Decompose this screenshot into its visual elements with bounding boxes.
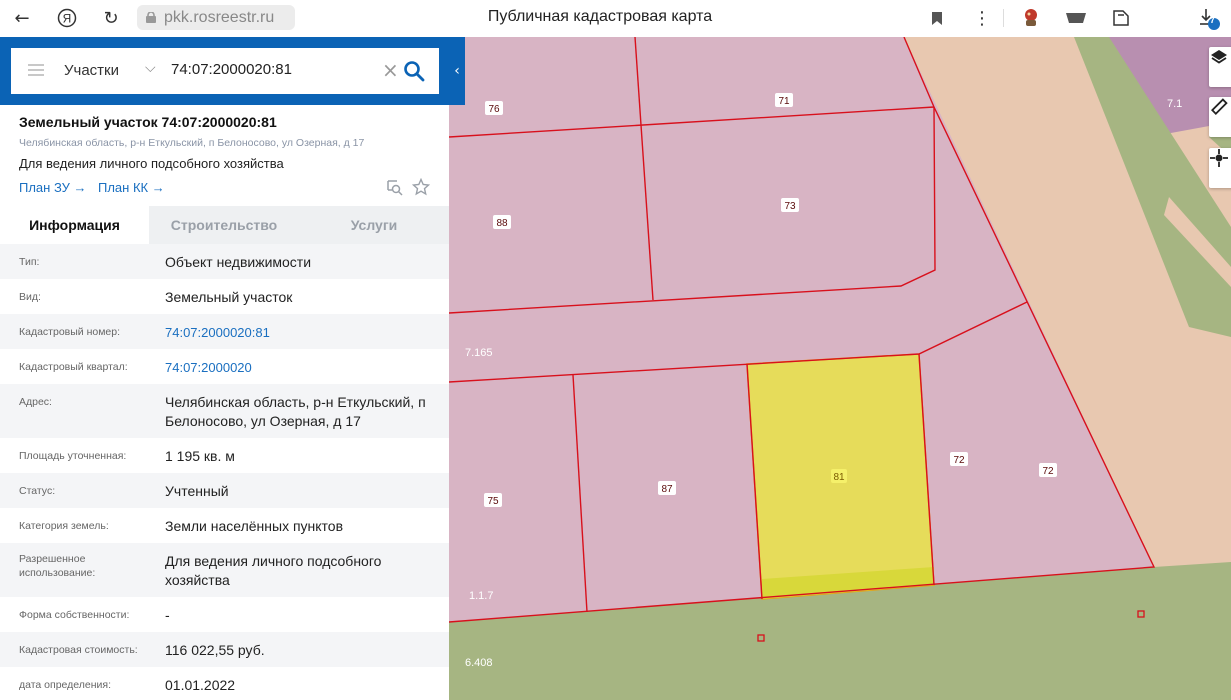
- info-row-cadastral-number: Кадастровый номер: 74:07:2000020:81: [0, 314, 449, 349]
- info-row-permitted-use: Разрешенное использование: Для ведения л…: [0, 543, 449, 597]
- cadastral-quarter-link[interactable]: 74:07:2000020: [165, 358, 440, 377]
- info-value: 01.01.2022: [165, 677, 236, 693]
- info-value: Учтенный: [165, 483, 229, 499]
- info-key: Адрес:: [19, 396, 52, 408]
- object-address: Челябинская область, р-н Еткульский, п Б…: [19, 137, 365, 149]
- toolbar-divider: [1003, 9, 1004, 27]
- info-value: Объект недвижимости: [165, 254, 312, 270]
- zone-label-117: 1.1.7: [469, 590, 493, 602]
- info-row-ownership: Форма собственности: -: [0, 597, 449, 632]
- locate-button[interactable]: [1209, 148, 1231, 188]
- plan-zu-link[interactable]: План ЗУ →: [19, 180, 87, 195]
- zone-label-7165: 7.165: [465, 347, 493, 359]
- zone-label-71: 7.1: [1167, 98, 1182, 110]
- back-arrow-icon[interactable]: ←: [10, 5, 34, 31]
- info-panel: Участки ⌵ × Земельный участок 74:07:2000…: [0, 37, 449, 700]
- info-key: Статус:: [19, 485, 56, 497]
- collapse-panel-button[interactable]: ‹: [449, 37, 465, 105]
- info-key: Разрешенное использование:: [19, 553, 96, 579]
- info-row-kind: Вид: Земельный участок: [0, 279, 449, 314]
- ruler-icon: [1211, 98, 1228, 115]
- tab-construction[interactable]: Строительство: [149, 206, 299, 244]
- info-key: Вид:: [19, 291, 41, 303]
- search-box[interactable]: Участки ⌵ ×: [11, 48, 439, 94]
- info-row-status: Статус: Учтенный: [0, 473, 449, 508]
- chevron-down-icon[interactable]: ⌵: [145, 60, 156, 76]
- object-title: Земельный участок 74:07:2000020:81: [19, 114, 277, 130]
- ruler-button[interactable]: [1209, 97, 1231, 137]
- tab-services[interactable]: Услуги: [299, 206, 449, 244]
- cadastral-map[interactable]: 76 71 88 73 72 72 75 87 81 7.165 1.1.7 6…: [449, 37, 1231, 700]
- reload-icon[interactable]: ↻: [99, 5, 123, 31]
- info-key: Кадастровый номер:: [19, 326, 121, 338]
- info-row-area: Площадь уточненная: 1 195 кв. м: [0, 438, 449, 473]
- lock-icon: [146, 12, 156, 23]
- extension-icon[interactable]: [1018, 5, 1044, 31]
- info-key: Площадь уточненная:: [19, 450, 127, 462]
- info-key: Кадастровый квартал:: [19, 361, 128, 373]
- tab-information[interactable]: Информация: [0, 206, 149, 244]
- tab-bar: Информация Строительство Услуги: [0, 206, 449, 244]
- extension-icon-2[interactable]: [1063, 5, 1089, 31]
- info-value: Челябинская область, р-н Еткульский, п Б…: [165, 394, 426, 429]
- layers-button[interactable]: [1209, 47, 1231, 87]
- parcel-label-81[interactable]: 81: [833, 472, 845, 483]
- info-row-valuation-date: дата определения: 01.01.2022: [0, 667, 449, 700]
- info-key: Форма собственности:: [19, 609, 130, 621]
- search-input[interactable]: [169, 60, 373, 79]
- search-type-select[interactable]: Участки: [64, 62, 119, 79]
- parcel-label-76[interactable]: 76: [488, 104, 500, 115]
- info-key: Тип:: [19, 256, 40, 268]
- downloads-badge: 7: [1210, 15, 1216, 25]
- plan-kk-link[interactable]: План КК →: [98, 180, 165, 195]
- object-use: Для ведения личного подсобного хозяйства: [19, 156, 284, 171]
- url-text: pkk.rosreestr.ru: [164, 8, 275, 26]
- star-icon[interactable]: [412, 178, 430, 196]
- info-key: Кадастровая стоимость:: [19, 644, 138, 656]
- search-bar: Участки ⌵ ×: [0, 37, 449, 105]
- info-table: Тип: Объект недвижимости Вид: Земельный …: [0, 244, 449, 700]
- cadastral-number-link[interactable]: 74:07:2000020:81: [165, 323, 440, 342]
- collections-icon[interactable]: [1108, 5, 1134, 31]
- zone-label-6408: 6.408: [465, 657, 493, 669]
- layers-icon: [1211, 50, 1227, 64]
- yandex-icon[interactable]: Я: [55, 5, 79, 31]
- info-key: дата определения:: [19, 679, 112, 691]
- page-title: Публичная кадастровая карта: [487, 8, 713, 25]
- info-row-address: Адрес: Челябинская область, р-н Еткульск…: [0, 384, 449, 438]
- parcel-label-88[interactable]: 88: [496, 218, 508, 229]
- more-menu-icon[interactable]: ⋮: [972, 5, 992, 31]
- crosshair-icon: [1210, 149, 1228, 167]
- info-row-land-category: Категория земель: Земли населённых пункт…: [0, 508, 449, 543]
- parcel-label-87[interactable]: 87: [661, 484, 673, 495]
- info-value: Земли населённых пунктов: [165, 518, 344, 534]
- info-value: -: [165, 607, 170, 623]
- map-canvas[interactable]: 76 71 88 73 72 72 75 87 81 7.165 1.1.7 6…: [449, 37, 1231, 700]
- search-icon[interactable]: [403, 60, 425, 82]
- info-row-type: Тип: Объект недвижимости: [0, 244, 449, 279]
- info-row-cadastral-value: Кадастровая стоимость: 116 022,55 руб.: [0, 632, 449, 667]
- hamburger-icon[interactable]: [28, 64, 44, 76]
- parcel-label-72b[interactable]: 72: [1042, 466, 1054, 477]
- svg-text:Я: Я: [63, 12, 72, 26]
- parcel-label-72a[interactable]: 72: [953, 455, 965, 466]
- info-key: Категория земель:: [19, 520, 109, 532]
- zoom-to-object-icon[interactable]: [386, 179, 403, 196]
- info-row-cadastral-quarter: Кадастровый квартал: 74:07:2000020: [0, 349, 449, 384]
- info-value: Земельный участок: [165, 289, 293, 305]
- address-bar[interactable]: pkk.rosreestr.ru: [137, 5, 295, 30]
- close-icon[interactable]: ×: [382, 58, 399, 82]
- parcel-label-73[interactable]: 73: [784, 201, 796, 212]
- downloads-icon[interactable]: 7: [1196, 5, 1222, 31]
- info-value: 1 195 кв. м: [165, 448, 235, 464]
- parcel-label-75[interactable]: 75: [487, 496, 499, 507]
- parcel-label-71[interactable]: 71: [778, 96, 790, 107]
- info-value: 116 022,55 руб.: [165, 642, 265, 658]
- browser-toolbar: ← Я ↻ pkk.rosreestr.ru Публичная кадастр…: [0, 0, 1231, 37]
- info-value: Для ведения личного подсобного хозяйства: [165, 553, 382, 588]
- bookmark-icon[interactable]: [927, 5, 947, 31]
